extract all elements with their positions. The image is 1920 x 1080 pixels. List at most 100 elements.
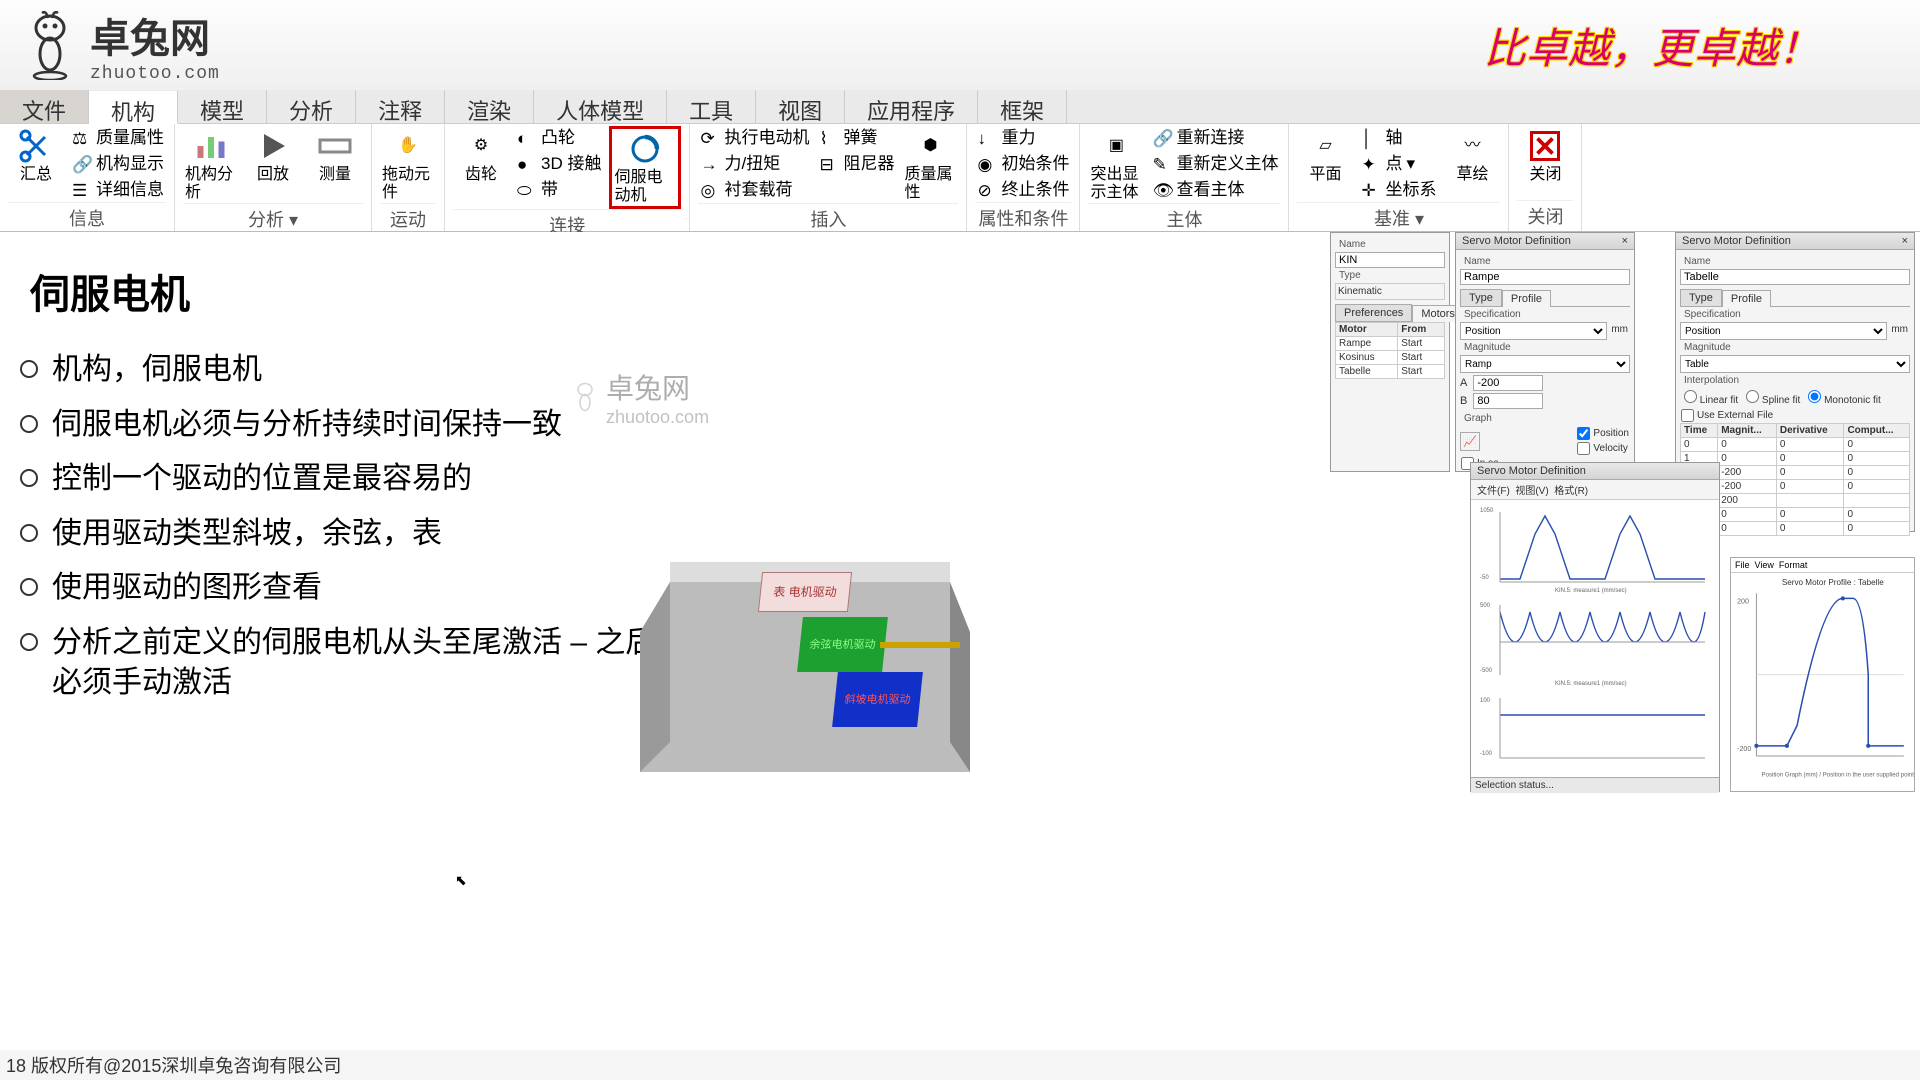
spring-button[interactable]: ⌇弹簧 bbox=[817, 126, 896, 150]
svg-text:KIN.5: measure1 (mm/sec): KIN.5: measure1 (mm/sec) bbox=[1555, 588, 1627, 594]
box-blue: 斜坡电机驱动 bbox=[832, 672, 923, 727]
servo-dialog-1[interactable]: Servo Motor Definition× Name Type Profil… bbox=[1455, 232, 1635, 472]
graph-menu[interactable]: 文件(F) 视图(V) 格式(R) bbox=[1471, 480, 1719, 500]
servo-motor-button[interactable]: 伺服电动机 bbox=[609, 126, 681, 209]
details-button[interactable]: ☰详细信息 bbox=[70, 178, 166, 202]
menu-tab-app[interactable]: 应用程序 bbox=[845, 90, 978, 123]
close-icon[interactable]: × bbox=[1902, 235, 1908, 247]
group-title-info: 信息 bbox=[8, 202, 166, 233]
menu-tab-body[interactable]: 人体模型 bbox=[534, 90, 667, 123]
graph-menu[interactable]: File View Format bbox=[1731, 558, 1914, 573]
svg-text:200: 200 bbox=[1737, 598, 1749, 606]
profile-graph-panel[interactable]: File View Format Servo Motor Profile : T… bbox=[1730, 557, 1915, 792]
menu-tab-analysis[interactable]: 分析 bbox=[267, 90, 356, 123]
tab-type[interactable]: Type bbox=[1460, 289, 1502, 306]
slogan: 比卓越，更卓越！ bbox=[1484, 15, 1820, 76]
close-icon[interactable]: × bbox=[1622, 235, 1628, 247]
brand-bar: 卓兔网 zhuotoo.com 比卓越，更卓越！ bbox=[0, 0, 1920, 90]
sketch-button[interactable]: 〰草绘 bbox=[1444, 126, 1500, 186]
chk-velocity[interactable] bbox=[1577, 442, 1590, 455]
menu-tabs: 文件 机构 模型 分析 注释 渲染 人体模型 工具 视图 应用程序 框架 bbox=[0, 90, 1920, 124]
graph-icon[interactable]: 📈 bbox=[1460, 432, 1480, 451]
logo-domain: zhuotoo.com bbox=[90, 64, 220, 84]
svg-text:Servo Motor Profile : Tabelle: Servo Motor Profile : Tabelle bbox=[1782, 578, 1884, 587]
menu-tab-render[interactable]: 渲染 bbox=[445, 90, 534, 123]
mech-display-button[interactable]: 🔗机构显示 bbox=[70, 152, 166, 176]
damper-button[interactable]: ⊟阻尼器 bbox=[817, 152, 896, 176]
a-input[interactable] bbox=[1473, 375, 1543, 391]
joint-icon: 🔗 bbox=[72, 154, 92, 174]
close-icon bbox=[1527, 128, 1563, 164]
gear-button[interactable]: ⚙齿轮 bbox=[453, 126, 509, 186]
highlight-body-button[interactable]: ▣突出显示主体 bbox=[1088, 126, 1144, 203]
spec-select[interactable]: Position bbox=[1460, 322, 1607, 340]
hand-icon: ✋ bbox=[390, 128, 426, 164]
gravity-button[interactable]: ↓重力 bbox=[975, 126, 1071, 150]
svg-text:-200: -200 bbox=[1737, 745, 1751, 753]
stop-icon: ⊘ bbox=[977, 180, 997, 200]
svg-text:500: 500 bbox=[1480, 603, 1491, 609]
graph-window[interactable]: Servo Motor Definition 文件(F) 视图(V) 格式(R)… bbox=[1470, 462, 1720, 792]
tab-profile[interactable]: Profile bbox=[1502, 290, 1551, 307]
table-select[interactable]: Table bbox=[1680, 355, 1910, 373]
servo2-name-input[interactable] bbox=[1680, 269, 1910, 285]
init-cond-button[interactable]: ◉初始条件 bbox=[975, 152, 1071, 176]
spring-icon: ⌇ bbox=[819, 128, 839, 148]
force-button[interactable]: →力/扭矩 bbox=[698, 152, 811, 176]
end-cond-button[interactable]: ⊘终止条件 bbox=[975, 178, 1071, 202]
analysis-name-input[interactable] bbox=[1335, 252, 1445, 268]
mass-prop-button[interactable]: ⬢质量属性 bbox=[902, 126, 958, 203]
mass-props-button[interactable]: ⚖质量属性 bbox=[70, 126, 166, 150]
belt-button[interactable]: ⬭带 bbox=[515, 178, 603, 202]
menu-tab-mechanism[interactable]: 机构 bbox=[89, 91, 178, 124]
tab-profile[interactable]: Profile bbox=[1722, 290, 1771, 307]
scissors-icon bbox=[18, 128, 54, 164]
bullet-icon bbox=[20, 360, 38, 378]
csys-button[interactable]: ✛坐标系 bbox=[1359, 178, 1438, 202]
bullet-icon bbox=[20, 633, 38, 651]
chk-position[interactable] bbox=[1577, 427, 1590, 440]
svg-text:-500: -500 bbox=[1480, 668, 1493, 674]
box-green: 余弦电机驱动 bbox=[797, 617, 888, 672]
bullet-text: 使用驱动的图形查看 bbox=[52, 568, 322, 609]
menu-file[interactable]: 文件 bbox=[0, 90, 89, 123]
radio-spline[interactable] bbox=[1746, 390, 1759, 403]
menu-tab-model[interactable]: 模型 bbox=[178, 90, 267, 123]
redefine-button[interactable]: ✎重新定义主体 bbox=[1150, 152, 1280, 176]
b-input[interactable] bbox=[1473, 393, 1543, 409]
bullet-icon bbox=[20, 415, 38, 433]
run-motor-button[interactable]: ⟳执行电动机 bbox=[698, 126, 811, 150]
cam-button[interactable]: ◐凸轮 bbox=[515, 126, 603, 150]
plane-button[interactable]: ▱平面 bbox=[1297, 126, 1353, 186]
analysis-dialog: Name Type Kinematic Preferences Motors M… bbox=[1330, 232, 1450, 472]
chk-external[interactable] bbox=[1681, 409, 1694, 422]
menu-tab-frame[interactable]: 框架 bbox=[978, 90, 1067, 123]
tab-type[interactable]: Type bbox=[1680, 289, 1722, 306]
belt-icon: ⬭ bbox=[517, 180, 537, 200]
menu-tab-annotation[interactable]: 注释 bbox=[356, 90, 445, 123]
spec-select[interactable]: Position bbox=[1680, 322, 1887, 340]
view-body-button[interactable]: 👁查看主体 bbox=[1150, 178, 1280, 202]
reconnect-button[interactable]: 🔗重新连接 bbox=[1150, 126, 1280, 150]
radio-linear[interactable] bbox=[1684, 390, 1697, 403]
ribbon-group-props: ↓重力 ◉初始条件 ⊘终止条件 属性和条件 bbox=[967, 124, 1080, 231]
playback-button[interactable]: 回放 bbox=[245, 126, 301, 186]
drag-button[interactable]: ✋拖动元件 bbox=[380, 126, 436, 203]
radio-monotonic[interactable] bbox=[1808, 390, 1821, 403]
tab-preferences[interactable]: Preferences bbox=[1335, 304, 1412, 321]
ribbon-group-analysis: 机构分析 回放 测量 分析 ▾ bbox=[175, 124, 372, 231]
summary-button[interactable]: 汇总 bbox=[8, 126, 64, 186]
measure-button[interactable]: 测量 bbox=[307, 126, 363, 186]
menu-tab-view[interactable]: 视图 bbox=[756, 90, 845, 123]
magnitude-select[interactable]: Ramp bbox=[1460, 355, 1630, 373]
bullet-icon bbox=[20, 524, 38, 542]
axis-button[interactable]: │轴 bbox=[1359, 126, 1438, 150]
close-button[interactable]: 关闭 bbox=[1517, 126, 1573, 186]
point-button[interactable]: ✦点 ▾ bbox=[1359, 152, 1438, 176]
servo1-name-input[interactable] bbox=[1460, 269, 1630, 285]
mech-analysis-button[interactable]: 机构分析 bbox=[183, 126, 239, 203]
menu-tab-tools[interactable]: 工具 bbox=[667, 90, 756, 123]
contact-button[interactable]: ●3D 接触 bbox=[515, 152, 603, 176]
bushing-button[interactable]: ◎衬套载荷 bbox=[698, 178, 811, 202]
group-title-props: 属性和条件 bbox=[975, 202, 1071, 233]
